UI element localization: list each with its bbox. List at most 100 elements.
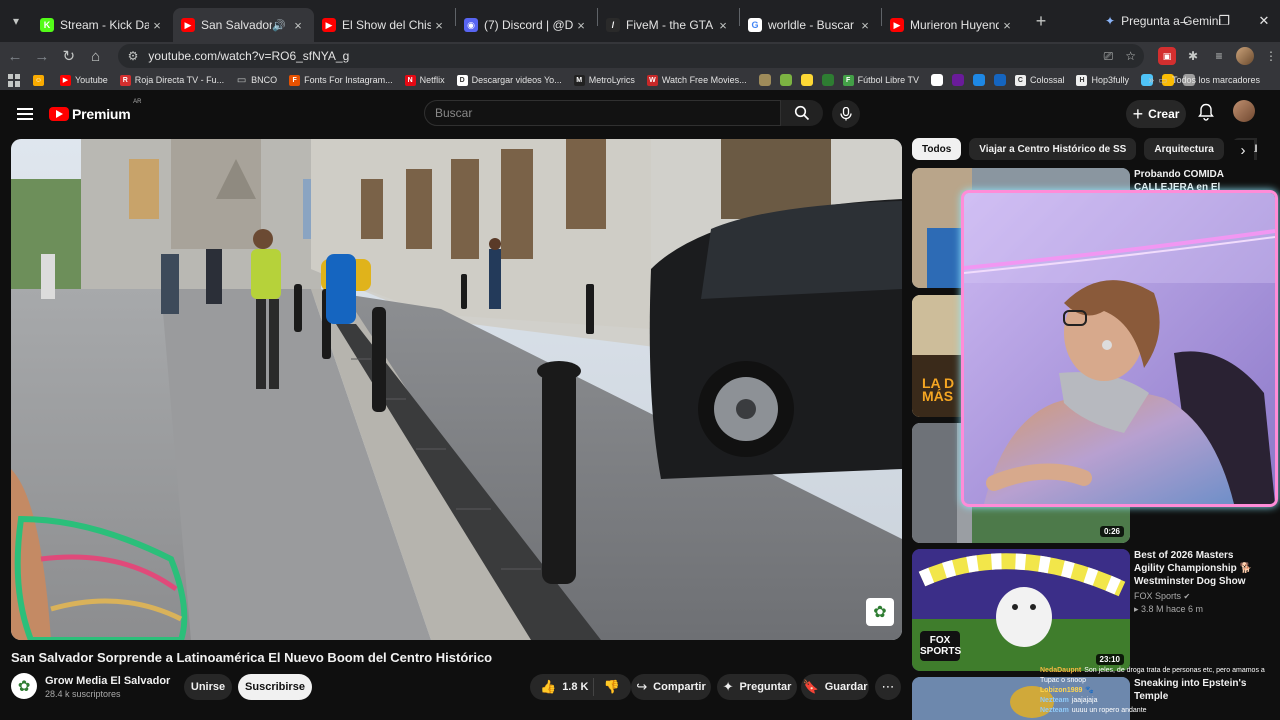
- browser-tab[interactable]: Gworldle - Buscar con Goog×: [740, 8, 881, 42]
- browser-tab[interactable]: ◉ (7) Discord | @Daiii×: [456, 8, 597, 42]
- site-info-icon[interactable]: ⚙: [128, 49, 139, 63]
- bookmark-icon[interactable]: [758, 74, 771, 86]
- tab-audio-icon[interactable]: 🔊: [272, 19, 286, 32]
- restore-button[interactable]: ❐: [1208, 0, 1240, 42]
- bookmark-star-icon[interactable]: ☆: [1125, 49, 1136, 63]
- tab-close-icon[interactable]: ×: [857, 18, 873, 33]
- install-app-icon[interactable]: ⎚: [1104, 49, 1114, 64]
- tab-close-icon[interactable]: ×: [431, 18, 447, 33]
- close-window-button[interactable]: ✕: [1248, 0, 1280, 42]
- bookmark-label: Colossal: [1029, 75, 1065, 85]
- bookmark-icon[interactable]: [930, 74, 943, 86]
- browser-tab[interactable]: ▶ El Show del Chiste - VIDEO×: [314, 8, 455, 42]
- filter-chip[interactable]: Viajar a Centro Histórico de SS: [969, 138, 1137, 160]
- subscribe-button[interactable]: Suscribirse: [238, 674, 312, 700]
- page-scrollbar[interactable]: [1271, 98, 1276, 708]
- apps-grid-icon[interactable]: [8, 73, 21, 87]
- back-button[interactable]: ←: [3, 44, 27, 68]
- channel-avatar[interactable]: ✿: [11, 673, 37, 699]
- join-button[interactable]: Unirse: [184, 674, 232, 700]
- bookmark-item[interactable]: D Descargar videos Yo...: [456, 74, 562, 86]
- bookmarks-group-2: F Fútbol Libre TV: [842, 74, 931, 86]
- bookmark-item[interactable]: W Watch Free Movies...: [646, 74, 747, 86]
- bookmarks-overflow-icon[interactable]: »: [1148, 70, 1154, 90]
- recommendation-meta: ▸ 3.8 M hace 6 m: [1134, 604, 1204, 614]
- chat-username: Nezteam: [1040, 707, 1069, 714]
- tab-close-icon[interactable]: ×: [999, 18, 1015, 33]
- bookmark-item[interactable]: ▶ Youtube: [60, 74, 108, 86]
- filter-chip[interactable]: Todos: [912, 138, 962, 160]
- create-button[interactable]: + Crear: [1126, 100, 1186, 128]
- bookmark-item[interactable]: ▭ BNCO: [236, 75, 277, 86]
- share-button[interactable]: ↪ Compartir: [631, 674, 711, 700]
- chat-message: Lobizon1989 🐾: [1040, 686, 1280, 696]
- address-bar[interactable]: ⚙ youtube.com/watch?v=RO6_sfNYA_g ⎚ ☆: [117, 44, 1144, 68]
- tab-close-icon[interactable]: ×: [149, 18, 165, 33]
- tab-list: KStream - Kick Dashboard×▶San Salvador S…: [32, 0, 1023, 42]
- chips-next-icon[interactable]: ›: [1232, 140, 1254, 160]
- ask-button[interactable]: ✦ Preguntar: [717, 674, 797, 700]
- bookmark-favicon-icon: C: [1014, 74, 1026, 86]
- all-bookmarks-folder[interactable]: ▭ Todos los marcadores: [1158, 70, 1260, 90]
- bookmark-label: Youtube: [75, 75, 108, 85]
- tab-search-icon[interactable]: ▾: [4, 9, 28, 33]
- bookmark-icon[interactable]: [972, 74, 985, 86]
- youtube-header: Premium AR Buscar + Crear: [0, 92, 1280, 136]
- search-button[interactable]: [781, 100, 823, 126]
- bookmark-item[interactable]: H Hop3fully: [1076, 74, 1129, 86]
- tab-close-icon[interactable]: ×: [573, 18, 589, 33]
- guide-menu-icon[interactable]: [17, 108, 33, 120]
- dislike-button[interactable]: 👎: [594, 679, 630, 695]
- extension-icon[interactable]: ▣: [1157, 47, 1176, 65]
- recommendation-channel[interactable]: FOX Sports ✔: [1134, 591, 1190, 601]
- share-icon: ↪: [636, 679, 648, 694]
- browser-tab[interactable]: / FiveM - the GTA V multipl×: [598, 8, 739, 42]
- bookmark-icon[interactable]: [779, 74, 792, 86]
- bookmark-item[interactable]: F Fonts For Instagram...: [289, 74, 393, 86]
- filter-chip[interactable]: Arquitectura: [1144, 138, 1224, 160]
- bookmark-icon[interactable]: [821, 74, 834, 86]
- profile-avatar-icon[interactable]: [1235, 47, 1254, 65]
- bookmark-favicon-icon: ▶: [60, 74, 71, 86]
- browser-tab[interactable]: K Stream - Kick Dashboard×: [32, 8, 173, 42]
- minimize-button[interactable]: –: [1168, 0, 1200, 42]
- tab-media-icon[interactable]: ≡: [1210, 47, 1228, 65]
- browser-menu-icon[interactable]: ⋮: [1262, 47, 1280, 65]
- home-button[interactable]: ⌂: [84, 44, 108, 68]
- streamer-webcam-overlay: [961, 190, 1278, 507]
- search-input[interactable]: Buscar: [424, 100, 781, 126]
- bookmark-item[interactable]: N Netflix: [404, 74, 445, 86]
- youtube-premium-logo[interactable]: Premium AR: [49, 99, 142, 122]
- tab-close-icon[interactable]: ×: [290, 18, 306, 33]
- tab-favicon-icon: ◉: [464, 18, 478, 32]
- forward-button[interactable]: →: [30, 44, 54, 68]
- bookmark-item[interactable]: R Roja Directa TV - Fu...: [119, 74, 224, 86]
- new-tab-button[interactable]: +: [1027, 7, 1055, 35]
- recommendation-title[interactable]: Best of 2026 Masters Agility Championshi…: [1134, 549, 1258, 588]
- extensions-puzzle-icon[interactable]: ✱: [1184, 47, 1202, 65]
- account-avatar[interactable]: [1233, 100, 1255, 122]
- recommendation-thumbnail[interactable]: FOX SPORTS 23:10: [912, 549, 1130, 671]
- browser-tab[interactable]: ▶ Murieron Huyendo de Alg×: [882, 8, 1023, 42]
- save-button[interactable]: 🔖 Guardar: [801, 674, 869, 700]
- reload-button[interactable]: ↻: [57, 44, 81, 68]
- tab-title: FiveM - the GTA V multipl: [626, 18, 715, 32]
- bookmark-item[interactable]: M MetroLyrics: [573, 74, 635, 86]
- more-actions-icon[interactable]: ⋯: [875, 674, 901, 700]
- bookmark-item[interactable]: C Colossal: [1014, 74, 1065, 86]
- video-player[interactable]: ✿: [11, 139, 902, 640]
- bookmark-icon[interactable]: [951, 74, 964, 86]
- chat-text: uuuu un ropero andante: [1071, 707, 1147, 714]
- tab-close-icon[interactable]: ×: [715, 18, 731, 33]
- bookmark-item[interactable]: F Fútbol Libre TV: [842, 74, 919, 86]
- notifications-button[interactable]: [1196, 102, 1216, 122]
- voice-search-button[interactable]: [832, 100, 860, 128]
- bookmark-icon[interactable]: [800, 74, 813, 86]
- channel-watermark-icon[interactable]: ✿: [866, 598, 894, 626]
- channel-name[interactable]: Grow Media El Salvador: [45, 675, 170, 687]
- save-label: Guardar: [824, 681, 868, 693]
- bookmark-item[interactable]: ☺: [33, 74, 48, 86]
- like-button[interactable]: 👍 1.8 K: [530, 678, 594, 696]
- browser-tab[interactable]: ▶ San Salvador Sorprende🔊 ×: [173, 8, 314, 42]
- bookmark-icon[interactable]: [993, 74, 1006, 86]
